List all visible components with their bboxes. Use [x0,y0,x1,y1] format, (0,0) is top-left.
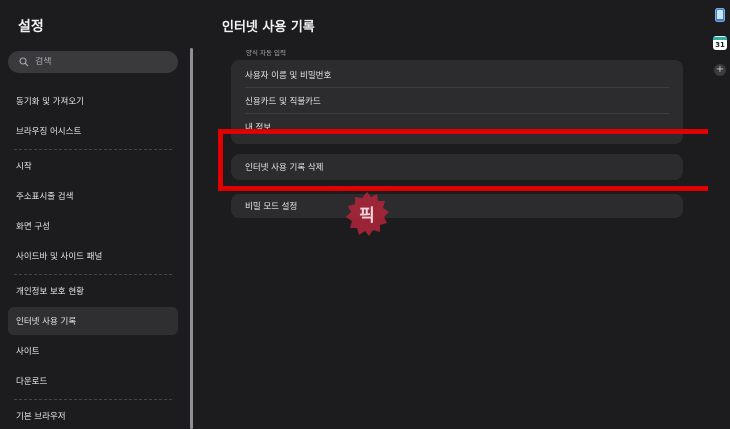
secret-mode-label: 비밀 모드 설정 [245,202,298,212]
phone-icon-glyph [715,8,725,22]
calendar-icon[interactable]: 31 [713,36,727,50]
sidebar-item-default-browser[interactable]: 기본 브라우저 [8,402,178,429]
sidebar-item-browsing-assist[interactable]: 브라우징 어시스트 [8,117,178,145]
sidebar-item-label: 다운로드 [16,377,48,387]
sidebar-title: 설정 [18,19,44,35]
sidebar-item-label: 개인정보 보호 현황 [16,287,84,297]
search-icon [19,57,29,67]
sidebar-item-sites[interactable]: 사이트 [8,337,178,365]
sidebar-item-label: 브라우징 어시스트 [16,127,82,137]
sidebar-item-label: 시작 [16,162,32,172]
row-divider [245,113,669,114]
autofill-card: 사용자 이름 및 비밀번호 신용카드 및 직불카드 내 정보 [231,60,683,144]
sidebar-item-browsing-history[interactable]: 인터넷 사용 기록 [8,307,178,335]
sidebar-item-startup[interactable]: 시작 [8,152,178,180]
autofill-row-passwords[interactable]: 사용자 이름 및 비밀번호 [245,69,331,81]
sidebar-item-downloads[interactable]: 다운로드 [8,367,178,395]
sidebar-item-appearance[interactable]: 화면 구성 [8,212,178,240]
autofill-row-my-info[interactable]: 내 정보 [245,121,271,133]
sidebar-divider [14,274,172,275]
sidebar-item-label: 사이드바 및 사이드 패널 [16,252,103,262]
sidebar-item-label: 동기화 및 가져오기 [16,97,84,107]
watermark-logo: 픽 [346,192,389,236]
search-box[interactable] [8,51,178,73]
plus-icon: + [714,64,726,76]
sidebar-item-label: 기본 브라우저 [16,412,66,422]
delete-history-label: 인터넷 사용 기록 삭제 [245,163,324,173]
sidebar-item-label: 사이트 [16,347,40,357]
sidebar-divider [14,149,172,150]
phone-icon[interactable] [713,8,727,22]
sidebar-item-address-bar-search[interactable]: 주소표시줄 검색 [8,182,178,210]
sidebar-scrollbar[interactable] [190,48,193,429]
delete-history-button[interactable]: 인터넷 사용 기록 삭제 [231,154,683,180]
right-side-strip: 31 + [708,0,730,429]
page-title: 인터넷 사용 기록 [222,20,315,35]
autofill-section-label: 양식 자동 입력 [246,49,287,57]
sidebar-item-sidebar-panel[interactable]: 사이드바 및 사이드 패널 [8,242,178,270]
sidebar-item-label: 인터넷 사용 기록 [16,317,77,327]
sidebar-divider [14,399,172,400]
sidebar-item-label: 주소표시줄 검색 [16,192,74,202]
add-icon[interactable]: + [713,63,727,77]
calendar-day: 31 [715,40,725,49]
settings-sidebar: 설정 동기화 및 가져오기 브라우징 어시스트 시작 주소표시줄 검색 화면 구… [0,0,190,429]
sidebar-item-sync[interactable]: 동기화 및 가져오기 [8,87,178,115]
row-divider [245,87,669,88]
autofill-row-cards[interactable]: 신용카드 및 직불카드 [245,95,321,107]
sidebar-item-label: 화면 구성 [16,222,50,232]
secret-mode-settings-button[interactable]: 비밀 모드 설정 [231,194,683,218]
svg-text:픽: 픽 [359,206,375,226]
settings-window: 설정 동기화 및 가져오기 브라우징 어시스트 시작 주소표시줄 검색 화면 구… [0,0,730,429]
sidebar-item-privacy-status[interactable]: 개인정보 보호 현황 [8,277,178,305]
search-input[interactable] [35,57,155,67]
